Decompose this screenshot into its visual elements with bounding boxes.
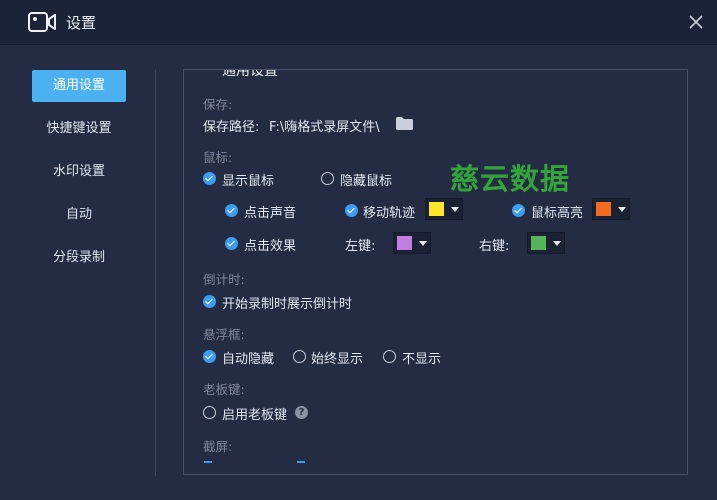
hide-cursor-label: 隐藏鼠标: [340, 174, 393, 189]
move-trail-color-picker[interactable]: [425, 198, 463, 220]
sidebar-item-auto[interactable]: 自动: [32, 199, 126, 231]
cursor-highlight-checkbox[interactable]: [512, 204, 525, 217]
click-sound-label: 点击声音: [244, 206, 297, 221]
chevron-down-icon: [618, 207, 626, 212]
float-box-section-label: 悬浮框:: [203, 327, 245, 342]
chevron-down-icon: [419, 241, 427, 246]
sidebar-item-general[interactable]: 通用设置: [32, 70, 126, 102]
show-cursor-label: 显示鼠标: [222, 174, 275, 189]
move-trail-color-swatch: [429, 202, 444, 216]
boss-key-section-label: 老板键:: [203, 382, 245, 397]
chevron-down-icon: [553, 241, 561, 246]
sidebar-item-shortcuts[interactable]: 快捷键设置: [32, 113, 126, 145]
boss-key-label: 启用老板键: [222, 408, 288, 423]
cursor-highlight-color-swatch: [596, 202, 611, 216]
never-show-label: 不显示: [402, 352, 442, 367]
cursor-highlight-label: 鼠标高亮: [531, 206, 584, 221]
sidebar-item-watermark[interactable]: 水印设置: [32, 156, 126, 188]
always-show-radio[interactable]: [293, 350, 306, 363]
click-sound-checkbox[interactable]: [225, 204, 238, 217]
scroll-hint-right: [297, 461, 305, 463]
cursor-highlight-color-picker[interactable]: [592, 198, 630, 220]
show-countdown-label: 开始录制时展示倒计时: [222, 297, 353, 312]
general-settings-panel: 通用设置 保存: 保存路径: F:\嗨格式录屏文件\ 鼠标: 显示鼠标 隐藏鼠标…: [183, 69, 688, 475]
show-countdown-checkbox[interactable]: [203, 295, 216, 308]
click-effect-label: 点击效果: [244, 239, 297, 254]
title-bar: 设置: [0, 0, 717, 45]
click-effect-checkbox[interactable]: [225, 237, 238, 250]
left-key-label: 左键:: [345, 239, 376, 254]
move-trail-label: 移动轨迹: [363, 206, 416, 221]
chevron-down-icon: [451, 207, 459, 212]
screenshot-section-label: 截屏:: [203, 439, 233, 454]
sidebar: 通用设置 快捷键设置 水印设置 自动 分段录制: [0, 44, 156, 500]
mouse-section-label: 鼠标:: [203, 150, 233, 165]
panel-title: 通用设置: [210, 70, 290, 80]
help-icon[interactable]: ?: [295, 406, 308, 419]
close-icon[interactable]: [686, 12, 706, 32]
auto-hide-label: 自动隐藏: [222, 352, 275, 367]
sidebar-divider: [155, 70, 156, 476]
never-show-radio[interactable]: [383, 350, 396, 363]
folder-icon[interactable]: [396, 117, 413, 130]
always-show-label: 始终显示: [311, 352, 364, 367]
right-key-color-picker[interactable]: [527, 232, 565, 254]
sidebar-item-segment-record[interactable]: 分段录制: [32, 242, 126, 274]
scroll-hint-left: [204, 461, 212, 463]
right-key-label: 右键:: [479, 239, 510, 254]
left-key-color-picker[interactable]: [393, 232, 431, 254]
save-section-label: 保存:: [203, 97, 233, 112]
window-title: 设置: [66, 14, 97, 32]
video-camera-icon: [28, 12, 56, 32]
save-path-label: 保存路径:: [203, 120, 260, 135]
hide-cursor-radio[interactable]: [321, 172, 334, 185]
move-trail-checkbox[interactable]: [345, 204, 358, 217]
left-key-color-swatch: [397, 236, 412, 250]
save-path-value: F:\嗨格式录屏文件\: [269, 120, 380, 135]
boss-key-radio[interactable]: [203, 406, 216, 419]
show-cursor-checkbox[interactable]: [203, 172, 216, 185]
right-key-color-swatch: [531, 236, 546, 250]
watermark-text: 慈云数据: [450, 162, 571, 196]
auto-hide-checkbox[interactable]: [203, 350, 216, 363]
countdown-section-label: 倒计时:: [203, 272, 245, 287]
